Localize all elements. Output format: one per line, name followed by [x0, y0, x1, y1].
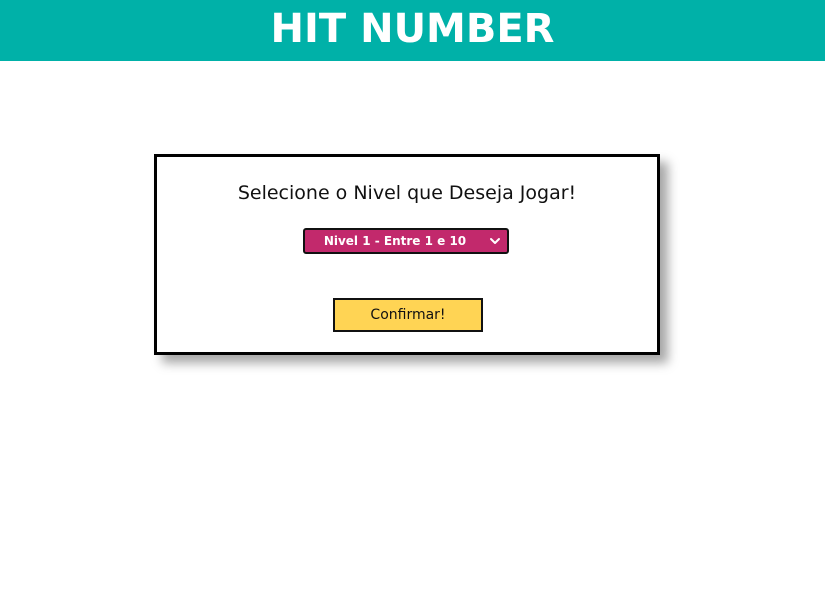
app-title: HIT NUMBER — [270, 6, 555, 52]
level-select[interactable]: Nivel 1 - Entre 1 e 10 — [303, 228, 509, 254]
level-selection-card: Selecione o Nivel que Deseja Jogar! Nive… — [154, 154, 660, 355]
header-bar: HIT NUMBER — [0, 0, 825, 61]
confirm-button[interactable]: Confirmar! — [333, 298, 483, 332]
card-title: Selecione o Nivel que Deseja Jogar! — [237, 182, 577, 204]
chevron-down-icon — [490, 238, 500, 244]
level-select-value: Nivel 1 - Entre 1 e 10 — [323, 234, 467, 248]
